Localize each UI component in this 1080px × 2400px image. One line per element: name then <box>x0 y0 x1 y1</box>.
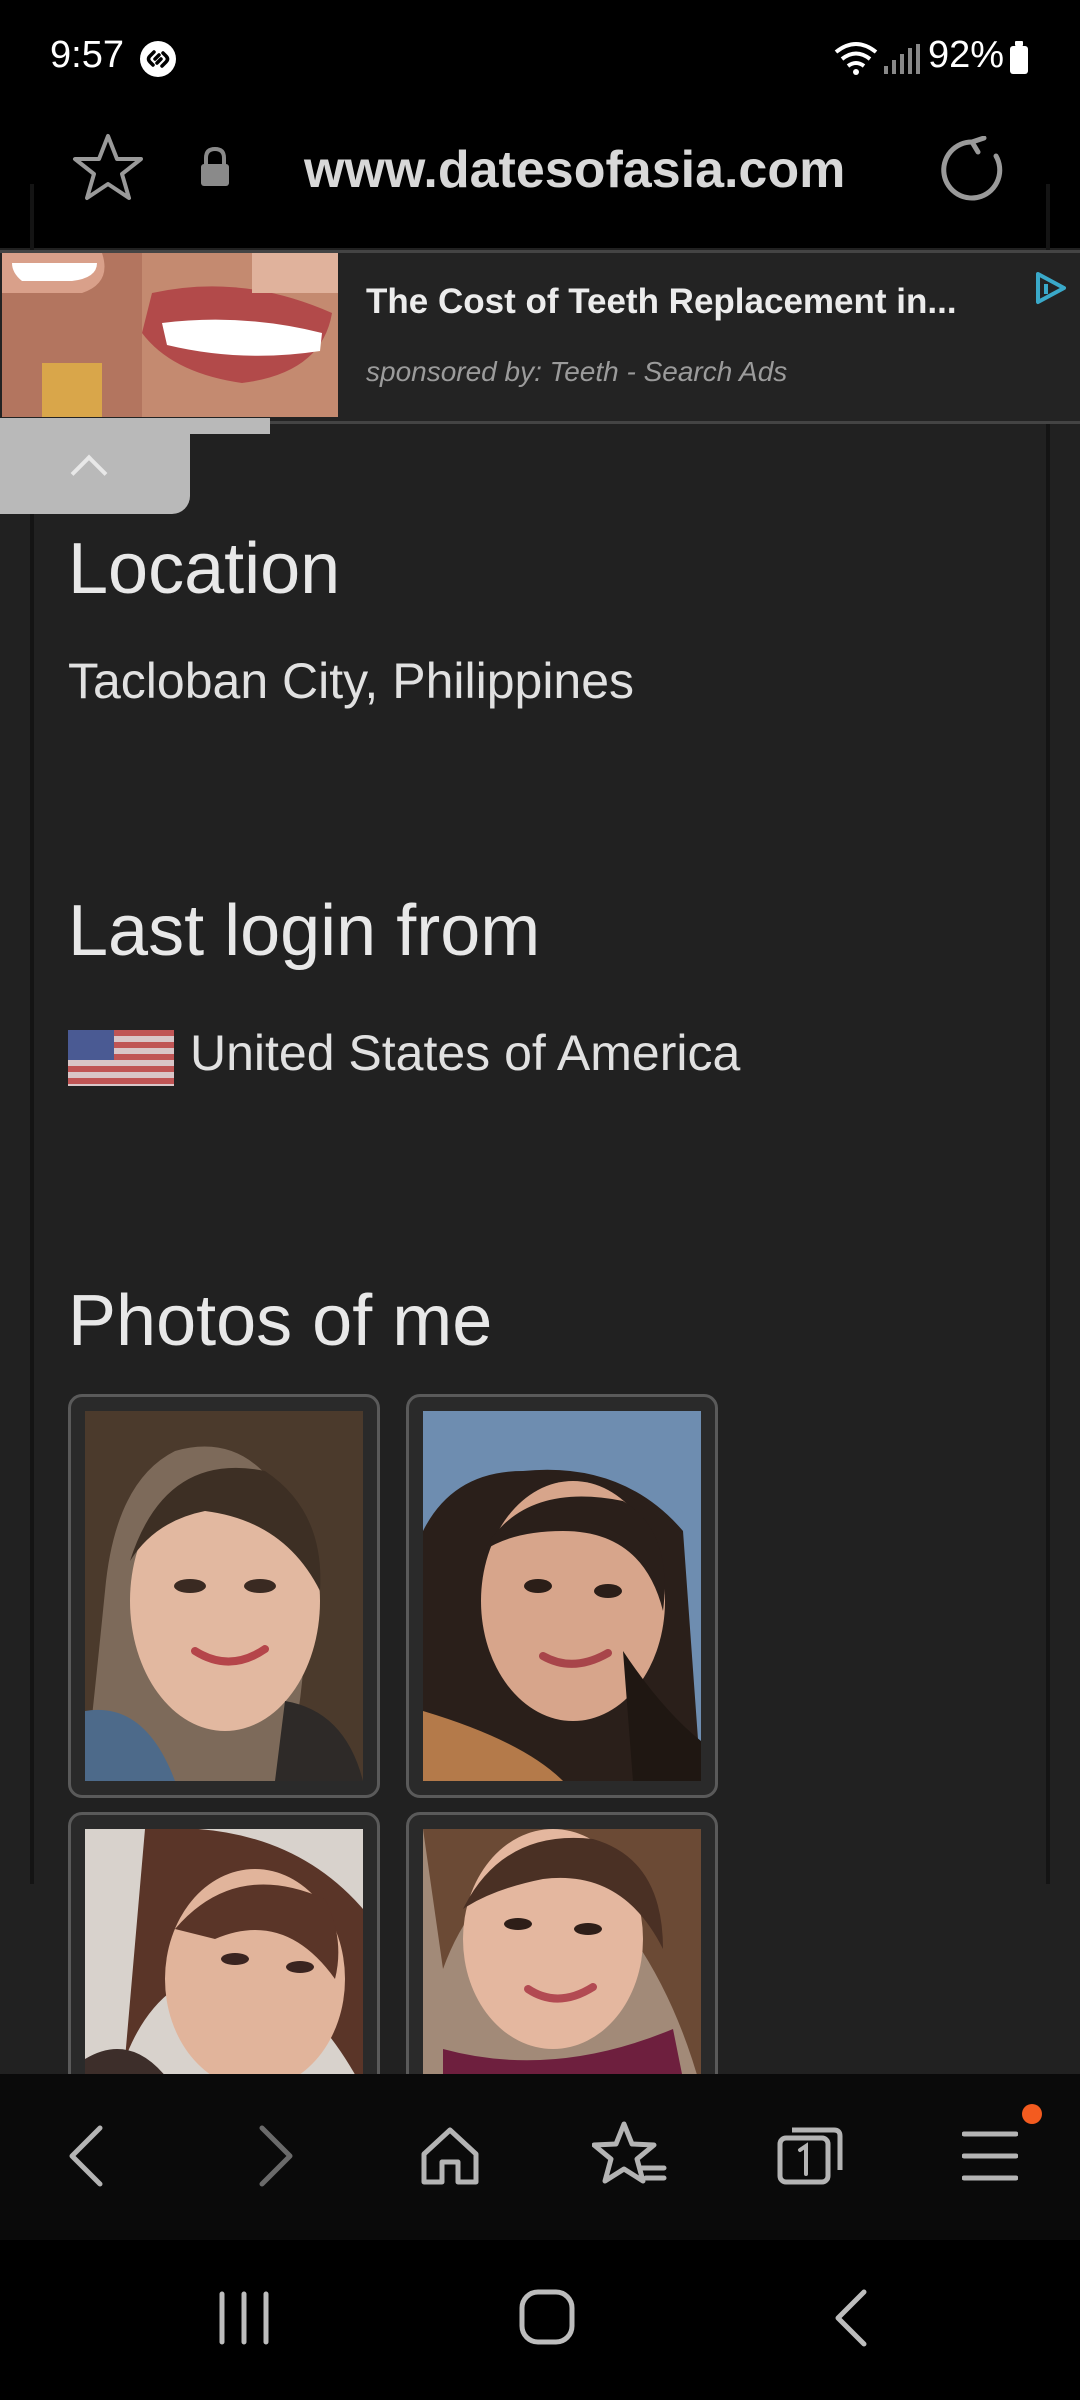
location-heading: Location <box>68 529 341 609</box>
browser-toolbar <box>0 2074 1080 2240</box>
signal-icon <box>884 44 920 74</box>
wifi-icon <box>834 42 878 75</box>
location-value: Tacloban City, Philippines <box>68 653 635 709</box>
last-login-heading: Last login from <box>68 891 541 971</box>
shazam-icon <box>140 41 176 77</box>
forward-arrow-icon[interactable] <box>256 2124 296 2188</box>
last-login-country: United States of America <box>190 1025 741 1081</box>
browser-url-bar: www.datesofasia.com <box>0 120 1080 248</box>
photo-image <box>423 1411 701 1781</box>
photos-heading: Photos of me <box>68 1281 493 1361</box>
adchoices-icon[interactable] <box>1030 268 1070 308</box>
photo-image <box>85 1411 363 1781</box>
ad-title[interactable]: The Cost of Teeth Replacement in... <box>366 282 957 322</box>
status-time: 9:57 <box>50 34 124 76</box>
notification-dot <box>1022 2104 1042 2124</box>
battery-icon <box>1010 41 1028 74</box>
menu-icon[interactable] <box>962 2130 1018 2182</box>
system-back-icon[interactable] <box>830 2288 870 2348</box>
ad-thumbnail-image[interactable] <box>2 253 338 417</box>
back-arrow-icon[interactable] <box>66 2124 106 2188</box>
status-bar: 9:57 92% <box>0 0 1080 120</box>
bookmarks-icon[interactable] <box>592 2120 668 2190</box>
home-icon[interactable] <box>418 2124 482 2188</box>
battery-percent: 92% <box>928 34 1005 76</box>
web-page <box>0 248 1080 2074</box>
lock-icon <box>201 146 229 186</box>
tabs-icon[interactable] <box>776 2124 844 2186</box>
us-flag-icon <box>68 1030 174 1086</box>
system-nav-bar <box>0 2240 1080 2400</box>
profile-photo[interactable] <box>406 1394 718 1798</box>
ad-collapse-toggle[interactable] <box>0 434 190 514</box>
ad-sponsor-text: sponsored by: Teeth - Search Ads <box>366 356 788 387</box>
ad-collapse-strip <box>0 418 270 434</box>
url-text[interactable]: www.datesofasia.com <box>304 140 845 200</box>
bookmark-star-icon[interactable] <box>72 132 144 202</box>
home-button-icon[interactable] <box>518 2288 576 2346</box>
recent-apps-icon[interactable] <box>216 2290 272 2346</box>
reload-icon[interactable] <box>938 136 1006 204</box>
content-divider <box>1046 184 1050 1884</box>
profile-photo[interactable] <box>68 1394 380 1798</box>
